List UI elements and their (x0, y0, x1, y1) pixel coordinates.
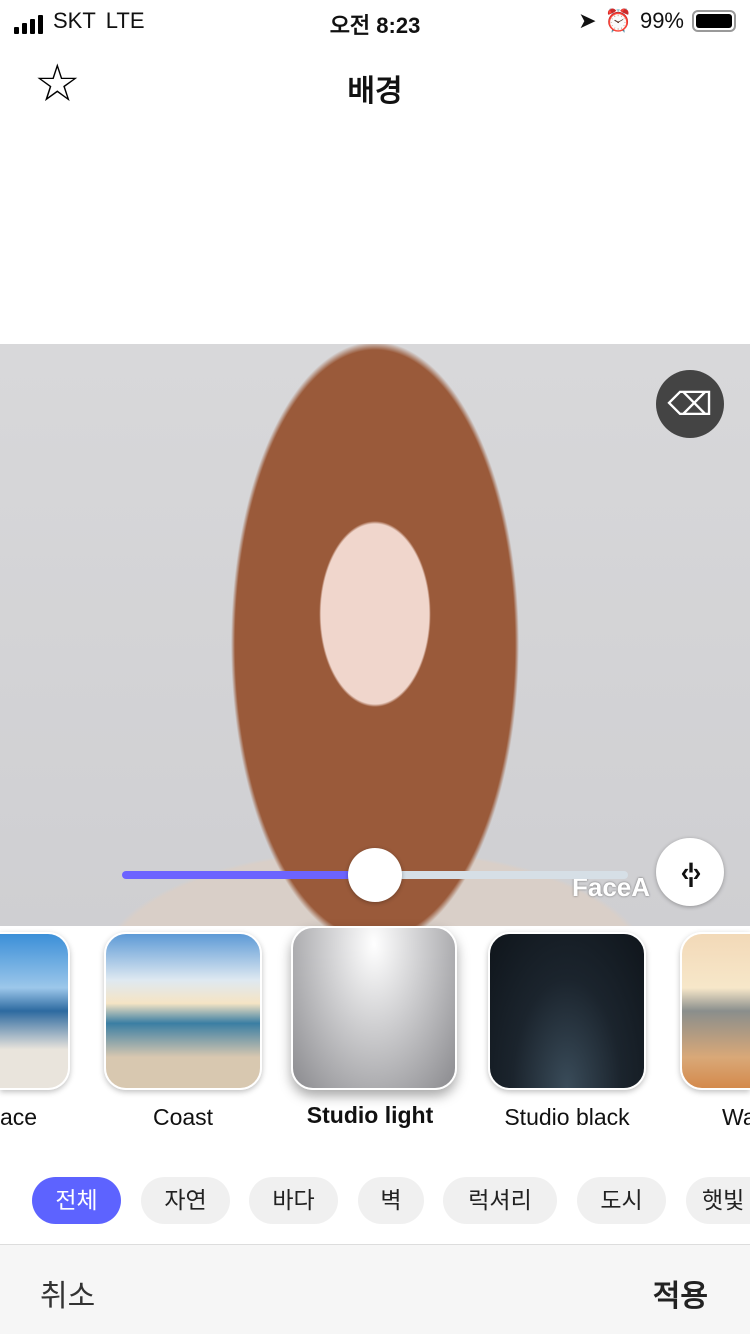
background-label: Wa (722, 1104, 750, 1130)
background-thumbnail (0, 932, 70, 1090)
slider-thumb[interactable] (348, 848, 402, 902)
background-thumbnail (488, 932, 646, 1090)
background-item[interactable]: ace (0, 932, 70, 1131)
battery-icon (692, 10, 736, 32)
background-item[interactable]: Wa (680, 932, 750, 1131)
photo-preview: ⌫ FaceA ‹¦› (0, 344, 750, 926)
background-thumbnail (680, 932, 750, 1090)
intensity-slider[interactable] (122, 848, 628, 902)
split-compare-icon[interactable]: ‹¦› (656, 838, 724, 906)
status-bar: SKT LTE 오전 8:23 ➤ ⏰ 99% (0, 0, 750, 44)
background-list[interactable]: ace Coast Studio light Studio black Wa (0, 926, 750, 1156)
chip-luxury[interactable]: 럭셔리 (443, 1177, 557, 1224)
background-thumbnail (291, 926, 457, 1090)
cancel-button[interactable]: 취소 (40, 1271, 95, 1315)
background-item[interactable]: Studio black (488, 932, 646, 1131)
page-title: 배경 (347, 75, 403, 108)
slider-fill (122, 871, 375, 879)
background-label: ace (0, 1104, 38, 1130)
apply-button[interactable]: 적용 (653, 1271, 708, 1315)
chip-sunlight[interactable]: 햇빛 (686, 1177, 750, 1224)
background-label: Coast (152, 1104, 214, 1130)
eraser-icon[interactable]: ⌫ (656, 370, 724, 438)
footer-bar: 취소 적용 (0, 1244, 750, 1334)
background-item[interactable]: Coast (104, 932, 262, 1131)
chip-wall[interactable]: 벽 (358, 1177, 424, 1224)
alarm-icon: ⏰ (604, 8, 632, 33)
location-icon: ➤ (578, 8, 597, 33)
background-label: Studio black (504, 1104, 630, 1130)
chip-sea[interactable]: 바다 (249, 1177, 338, 1224)
background-thumbnail (104, 932, 262, 1090)
chip-all[interactable]: 전체 (32, 1177, 121, 1224)
chip-city[interactable]: 도시 (577, 1177, 666, 1224)
background-label: Studio light (306, 1102, 434, 1128)
background-item-selected[interactable]: Studio light (291, 926, 457, 1129)
battery-percent: 99% (639, 8, 684, 33)
nav-bar: ☆ 배경 (0, 50, 750, 120)
chip-nature[interactable]: 자연 (141, 1177, 230, 1224)
